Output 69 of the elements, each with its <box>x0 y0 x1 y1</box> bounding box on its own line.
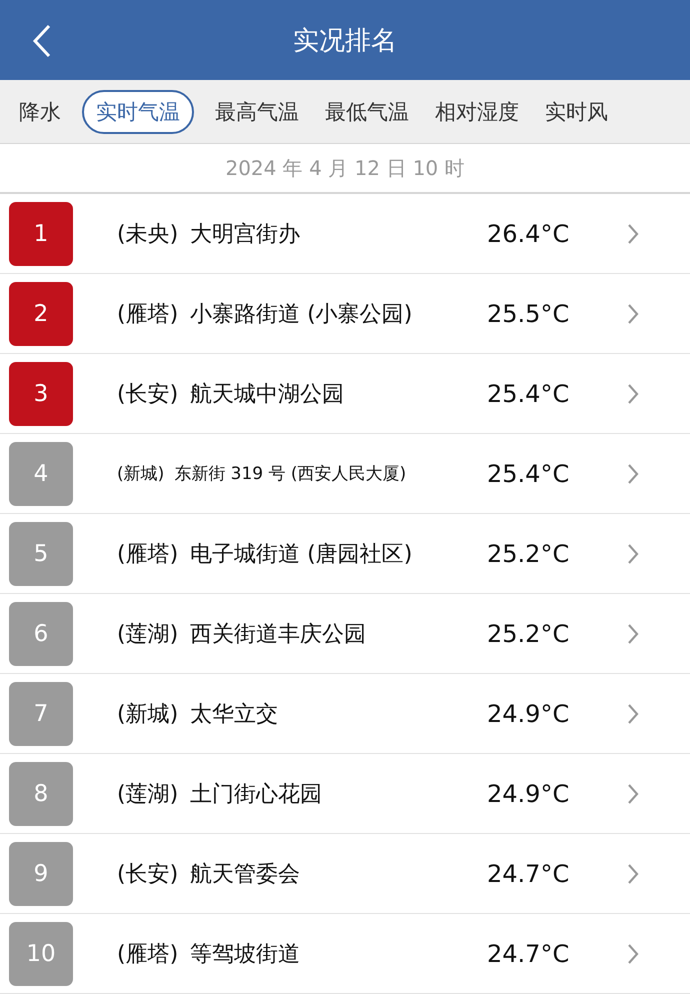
station-name: 东新街 319 号 (西安人民大厦) <box>174 463 406 485</box>
ranking-row[interactable]: 9 (长安) 航天管委会 24.7°C <box>0 834 690 914</box>
rank-badge: 8 <box>9 762 73 826</box>
chevron-right-icon <box>627 222 639 244</box>
temperature-value: 26.4°C <box>487 220 570 248</box>
tab[interactable]: 降水 <box>14 90 66 134</box>
tab[interactable]: 实时风 <box>540 90 613 134</box>
station-name: 土门街心花园 <box>190 780 322 808</box>
temperature-value: 24.7°C <box>487 940 570 968</box>
temperature-value: 24.7°C <box>487 860 570 888</box>
district-label: (新城) <box>117 463 164 485</box>
district-label: (未央) <box>117 220 178 248</box>
ranking-row[interactable]: 6 (莲湖) 西关街道丰庆公园 25.2°C <box>0 594 690 674</box>
chevron-right-icon <box>627 542 639 564</box>
ranking-row[interactable]: 10 (雁塔) 等驾坡街道 24.7°C <box>0 914 690 994</box>
station-name: 等驾坡街道 <box>190 940 300 968</box>
district-label: (雁塔) <box>117 540 178 568</box>
chevron-right-icon <box>627 622 639 644</box>
rank-badge: 2 <box>9 282 73 346</box>
district-label: (雁塔) <box>117 940 178 968</box>
rank-badge: 10 <box>9 922 73 986</box>
chevron-right-icon <box>627 942 639 964</box>
rank-badge: 4 <box>9 442 73 506</box>
district-label: (长安) <box>117 380 178 408</box>
ranking-row[interactable]: 3 (长安) 航天城中湖公园 25.4°C <box>0 354 690 434</box>
station-name: 大明宫街办 <box>190 220 300 248</box>
tab[interactable]: 最高气温 <box>210 90 304 134</box>
rank-badge: 6 <box>9 602 73 666</box>
temperature-value: 24.9°C <box>487 780 570 808</box>
rank-badge: 7 <box>9 682 73 746</box>
district-label: (长安) <box>117 860 178 888</box>
chevron-right-icon <box>627 782 639 804</box>
rank-badge: 1 <box>9 202 73 266</box>
ranking-row[interactable]: 1 (未央) 大明宫街办 26.4°C <box>0 194 690 274</box>
page-title: 实况排名 <box>293 24 397 58</box>
ranking-row[interactable]: 4 (新城) 东新街 319 号 (西安人民大厦) 25.4°C <box>0 434 690 514</box>
station-name: 西关街道丰庆公园 <box>190 620 366 648</box>
ranking-row[interactable]: 2 (雁塔) 小寨路街道 (小寨公园) 25.5°C <box>0 274 690 354</box>
district-label: (雁塔) <box>117 300 178 328</box>
station-name: 航天城中湖公园 <box>190 380 344 408</box>
temperature-value: 25.4°C <box>487 460 570 488</box>
district-label: (新城) <box>117 700 178 728</box>
temperature-value: 25.4°C <box>487 380 570 408</box>
station-name: 电子城街道 (唐园社区) <box>190 540 412 568</box>
district-label: (莲湖) <box>117 620 178 648</box>
ranking-row[interactable]: 7 (新城) 太华立交 24.9°C <box>0 674 690 754</box>
tab[interactable]: 最低气温 <box>320 90 414 134</box>
station-name: 小寨路街道 (小寨公园) <box>190 300 412 328</box>
station-name: 航天管委会 <box>190 860 300 888</box>
rank-badge: 3 <box>9 362 73 426</box>
temperature-value: 25.5°C <box>487 300 570 328</box>
rank-badge: 5 <box>9 522 73 586</box>
temperature-value: 25.2°C <box>487 540 570 568</box>
chevron-right-icon <box>627 862 639 884</box>
chevron-right-icon <box>627 462 639 484</box>
tab[interactable]: 实时气温 <box>82 90 194 134</box>
temperature-value: 25.2°C <box>487 620 570 648</box>
temperature-value: 24.9°C <box>487 700 570 728</box>
ranking-row[interactable]: 8 (莲湖) 土门街心花园 24.9°C <box>0 754 690 834</box>
date-label: 2024 年 4 月 12 日 10 时 <box>0 144 690 194</box>
chevron-right-icon <box>627 302 639 324</box>
district-label: (莲湖) <box>117 780 178 808</box>
ranking-row[interactable]: 5 (雁塔) 电子城街道 (唐园社区) 25.2°C <box>0 514 690 594</box>
chevron-right-icon <box>627 702 639 724</box>
station-name: 太华立交 <box>190 700 278 728</box>
back-icon[interactable] <box>32 24 52 58</box>
tab[interactable]: 相对湿度 <box>430 90 524 134</box>
rank-badge: 9 <box>9 842 73 906</box>
chevron-right-icon <box>627 382 639 404</box>
